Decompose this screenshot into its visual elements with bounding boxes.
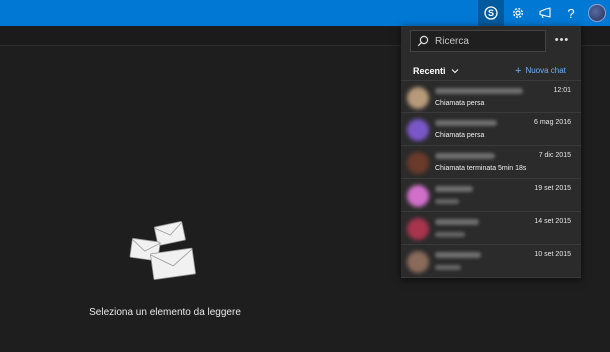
contact-avatar — [407, 251, 429, 273]
search-icon — [417, 35, 429, 47]
chat-time: 19 set 2015 — [534, 185, 571, 192]
search-box[interactable] — [410, 30, 546, 52]
chat-status: Chiamata persa — [435, 132, 485, 139]
chat-item[interactable]: 6 mag 2016 Chiamata persa — [401, 113, 581, 146]
chat-status: Chiamata persa — [435, 100, 485, 107]
plus-icon: + — [515, 64, 522, 77]
contact-name-blurred — [435, 186, 473, 192]
contact-name-blurred — [435, 153, 495, 159]
recent-filter[interactable]: Recenti — [413, 66, 459, 76]
contact-avatar — [407, 152, 429, 174]
chat-item[interactable]: 19 set 2015 — [401, 179, 581, 212]
help-button[interactable]: ? — [558, 0, 584, 26]
chat-item[interactable]: 10 set 2015 — [401, 245, 581, 278]
new-chat-button[interactable]: + Nuova chat — [515, 64, 566, 77]
chat-status-blurred — [435, 199, 459, 204]
svg-text:S: S — [488, 8, 494, 18]
chat-time: 10 set 2015 — [534, 251, 571, 258]
avatar — [588, 4, 606, 22]
chat-time: 6 mag 2016 — [534, 119, 571, 126]
skype-button[interactable]: S — [478, 0, 504, 26]
envelopes-icon — [129, 221, 196, 280]
chat-status: Chiamata terminata 5min 18s — [435, 165, 527, 172]
chat-status-blurred — [435, 265, 461, 270]
contact-avatar — [407, 218, 429, 240]
chat-item[interactable]: 12:01 Chiamata persa — [401, 80, 581, 113]
chat-list: 12:01 Chiamata persa 6 mag 2016 Chiamata… — [401, 80, 581, 278]
recent-label: Recenti — [413, 66, 446, 76]
account-button[interactable] — [584, 0, 610, 26]
gear-icon — [512, 7, 524, 19]
skype-icon: S — [484, 6, 498, 20]
chat-time: 12:01 — [553, 87, 571, 94]
search-input[interactable] — [435, 35, 535, 47]
chat-time: 14 set 2015 — [534, 218, 571, 225]
contact-avatar — [407, 87, 429, 109]
feedback-button[interactable] — [532, 0, 558, 26]
settings-button[interactable] — [505, 0, 531, 26]
megaphone-icon — [539, 7, 551, 19]
top-bar: S ? — [0, 0, 610, 26]
contact-avatar — [407, 119, 429, 141]
empty-state-message: Seleziona un elemento da leggere — [89, 307, 241, 318]
help-icon: ? — [567, 5, 575, 21]
contact-name-blurred — [435, 120, 497, 126]
chat-item[interactable]: 7 dic 2015 Chiamata terminata 5min 18s — [401, 146, 581, 179]
more-options-button[interactable]: ••• — [553, 33, 571, 47]
contact-avatar — [407, 185, 429, 207]
skype-panel: ••• Recenti + Nuova chat 12:01 Chiamata … — [401, 26, 581, 278]
chevron-down-icon — [451, 69, 458, 74]
new-chat-label: Nuova chat — [525, 66, 566, 75]
contact-name-blurred — [435, 88, 523, 94]
contact-name-blurred — [435, 219, 479, 225]
chat-item[interactable]: 14 set 2015 — [401, 212, 581, 245]
chat-status-blurred — [435, 232, 465, 237]
chat-time: 7 dic 2015 — [538, 152, 571, 159]
contact-name-blurred — [435, 252, 481, 258]
